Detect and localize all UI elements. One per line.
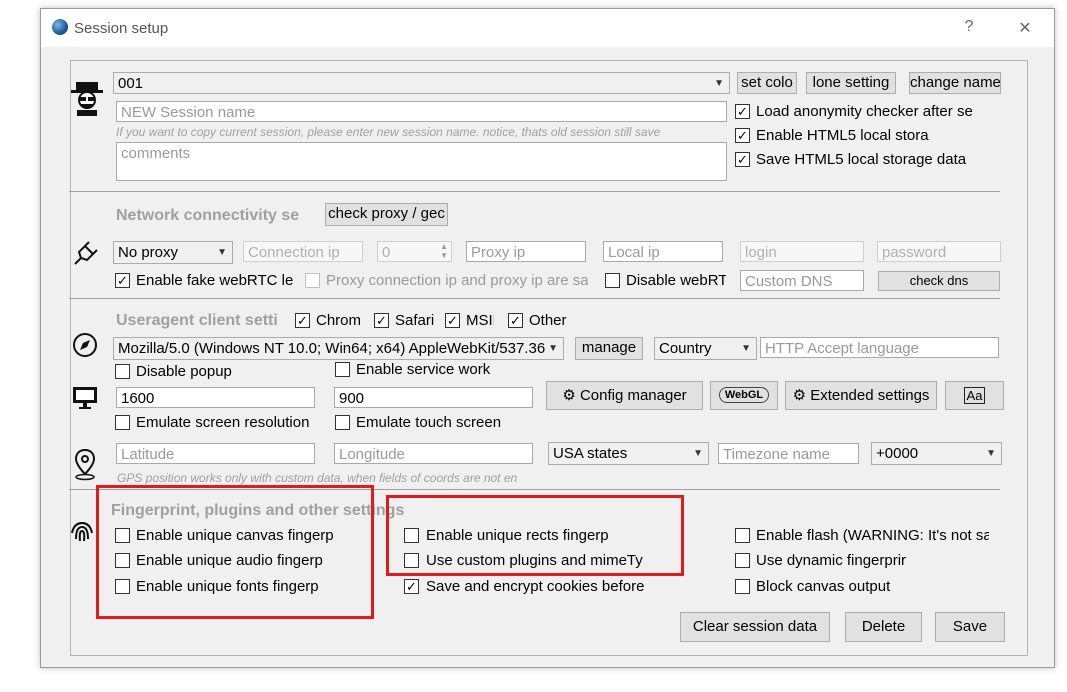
highlight-box <box>386 495 684 576</box>
fake-webrtc-checkbox[interactable]: ✓ <box>115 273 130 288</box>
compass-icon <box>73 333 97 357</box>
disable-webrtc-label: Disable webRT <box>626 272 726 289</box>
emulate-touch-label: Emulate touch screen <box>356 414 502 431</box>
useragent-section-title: Useragent client setti <box>116 312 278 329</box>
same-ip-label: Proxy connection ip and proxy ip are sa <box>326 272 588 289</box>
service-work-checkbox[interactable] <box>335 362 350 377</box>
screen-width-input[interactable]: 1600 <box>116 387 315 408</box>
gear-icon: ⚙ <box>792 387 807 404</box>
enable-flash-checkbox[interactable] <box>735 528 750 543</box>
monitor-icon <box>73 387 97 409</box>
load-anonymity-checkbox[interactable]: ✓ <box>735 104 750 119</box>
webgl-icon: WebGL <box>718 387 770 403</box>
check-dns-button[interactable]: check dns <box>878 271 1000 291</box>
html5-storage-checkbox[interactable]: ✓ <box>735 128 750 143</box>
gps-hint: GPS position works only with custom data… <box>117 471 518 485</box>
network-section-title: Network connectivity se <box>116 207 300 224</box>
dynamic-fingerprint-label: Use dynamic fingerprir <box>756 552 907 569</box>
check-proxy-button[interactable]: check proxy / gec <box>325 203 448 226</box>
login-input[interactable]: login <box>740 241 864 262</box>
service-work-label: Enable service work <box>356 361 491 378</box>
manage-button[interactable]: manage <box>575 337 643 360</box>
divider <box>69 191 1000 192</box>
save-button[interactable]: Save <box>935 612 1005 642</box>
disable-webrtc-checkbox[interactable] <box>605 273 620 288</box>
window-title: Session setup <box>74 20 169 37</box>
save-html5-label: Save HTML5 local storage data <box>756 151 967 168</box>
longitude-input[interactable]: Longitude <box>334 443 533 464</box>
enable-flash-label: Enable flash (WARNING: It's not sa <box>756 527 989 544</box>
set-color-button[interactable]: set colo <box>737 72 797 94</box>
html5-storage-label: Enable HTML5 local stora <box>756 127 929 144</box>
encrypt-cookies-label: Save and encrypt cookies before <box>426 578 645 595</box>
chrome-label: Chrom <box>316 312 362 329</box>
msie-label: MSIE <box>466 312 494 329</box>
emulate-resolution-label: Emulate screen resolution <box>136 414 310 431</box>
chevron-down-icon: ▼ <box>693 448 703 459</box>
encrypt-cookies-checkbox[interactable]: ✓ <box>404 579 419 594</box>
plug-icon <box>74 241 98 265</box>
font-icon: Aa <box>963 387 986 404</box>
proxy-ip-input[interactable]: Proxy ip <box>466 241 586 262</box>
chevron-down-icon: ▼ <box>741 343 751 354</box>
proxy-type-select[interactable]: No proxy ▼ <box>113 241 233 264</box>
highlight-box <box>96 485 374 619</box>
webgl-button[interactable]: WebGL <box>710 381 778 410</box>
accept-language-input[interactable]: HTTP Accept language <box>760 337 999 358</box>
delete-button[interactable]: Delete <box>845 612 922 642</box>
password-input[interactable]: password <box>877 241 1001 262</box>
block-canvas-checkbox[interactable] <box>735 579 750 594</box>
change-name-button[interactable]: change name <box>909 72 1001 94</box>
config-manager-button[interactable]: ⚙ Config manager <box>546 381 703 410</box>
chevron-down-icon: ▼ <box>986 448 996 459</box>
block-canvas-label: Block canvas output <box>756 578 891 595</box>
fake-webrtc-label: Enable fake webRTC le <box>136 272 294 289</box>
session-select[interactable]: 001 ▼ <box>113 72 730 94</box>
clear-session-button[interactable]: Clear session data <box>680 612 830 642</box>
timezone-offset-select[interactable]: +0000 ▼ <box>871 442 1002 465</box>
location-pin-icon <box>74 448 96 481</box>
screen-height-input[interactable]: 900 <box>334 387 533 408</box>
port-stepper[interactable]: 0 ▲ ▼ <box>377 241 452 262</box>
title-bar: Session setup ? ✕ <box>41 9 1054 47</box>
disable-popup-label: Disable popup <box>136 363 232 380</box>
fonts-button[interactable]: Aa <box>945 381 1004 410</box>
clone-settings-button[interactable]: lone setting <box>806 72 896 94</box>
config-manager-icon: ⚙ <box>562 387 576 404</box>
extended-settings-button[interactable]: ⚙ Extended settings <box>785 381 937 410</box>
emulate-touch-checkbox[interactable] <box>335 415 350 430</box>
local-ip-input[interactable]: Local ip <box>603 241 723 262</box>
states-select[interactable]: USA states ▼ <box>548 442 709 465</box>
timezone-input[interactable]: Timezone name <box>718 443 859 464</box>
session-name-input[interactable]: NEW Session name <box>116 101 727 122</box>
dynamic-fingerprint-checkbox[interactable] <box>735 553 750 568</box>
country-select[interactable]: Country ▼ <box>654 337 757 360</box>
chrome-checkbox[interactable]: ✓ <box>295 313 310 328</box>
chevron-down-icon: ▼ <box>714 78 724 89</box>
msie-checkbox[interactable]: ✓ <box>445 313 460 328</box>
fingerprint-icon <box>71 521 93 542</box>
copy-session-hint: If you want to copy current session, ple… <box>116 125 661 139</box>
connection-ip-input[interactable]: Connection ip <box>243 241 363 262</box>
load-anonymity-label: Load anonymity checker after se <box>756 103 973 120</box>
safari-checkbox[interactable]: ✓ <box>374 313 389 328</box>
close-icon[interactable]: ✕ <box>1013 18 1037 38</box>
hacker-icon <box>71 82 103 116</box>
same-ip-checkbox[interactable] <box>305 273 320 288</box>
custom-dns-input[interactable]: Custom DNS <box>740 270 864 291</box>
chevron-down-icon: ▼ <box>548 343 558 354</box>
emulate-resolution-checkbox[interactable] <box>115 415 130 430</box>
divider <box>69 298 1000 299</box>
useragent-select[interactable]: Mozilla/5.0 (Windows NT 10.0; Win64; x64… <box>113 337 564 360</box>
other-checkbox[interactable]: ✓ <box>508 313 523 328</box>
latitude-input[interactable]: Latitude <box>116 443 315 464</box>
save-html5-checkbox[interactable]: ✓ <box>735 152 750 167</box>
help-icon[interactable]: ? <box>957 18 981 36</box>
chevron-down-icon: ▼ <box>217 247 227 258</box>
safari-label: Safari <box>395 312 435 329</box>
comments-textarea[interactable]: comments <box>116 142 727 181</box>
globe-icon <box>52 19 68 35</box>
other-label: Other <box>529 312 567 329</box>
disable-popup-checkbox[interactable] <box>115 364 130 379</box>
